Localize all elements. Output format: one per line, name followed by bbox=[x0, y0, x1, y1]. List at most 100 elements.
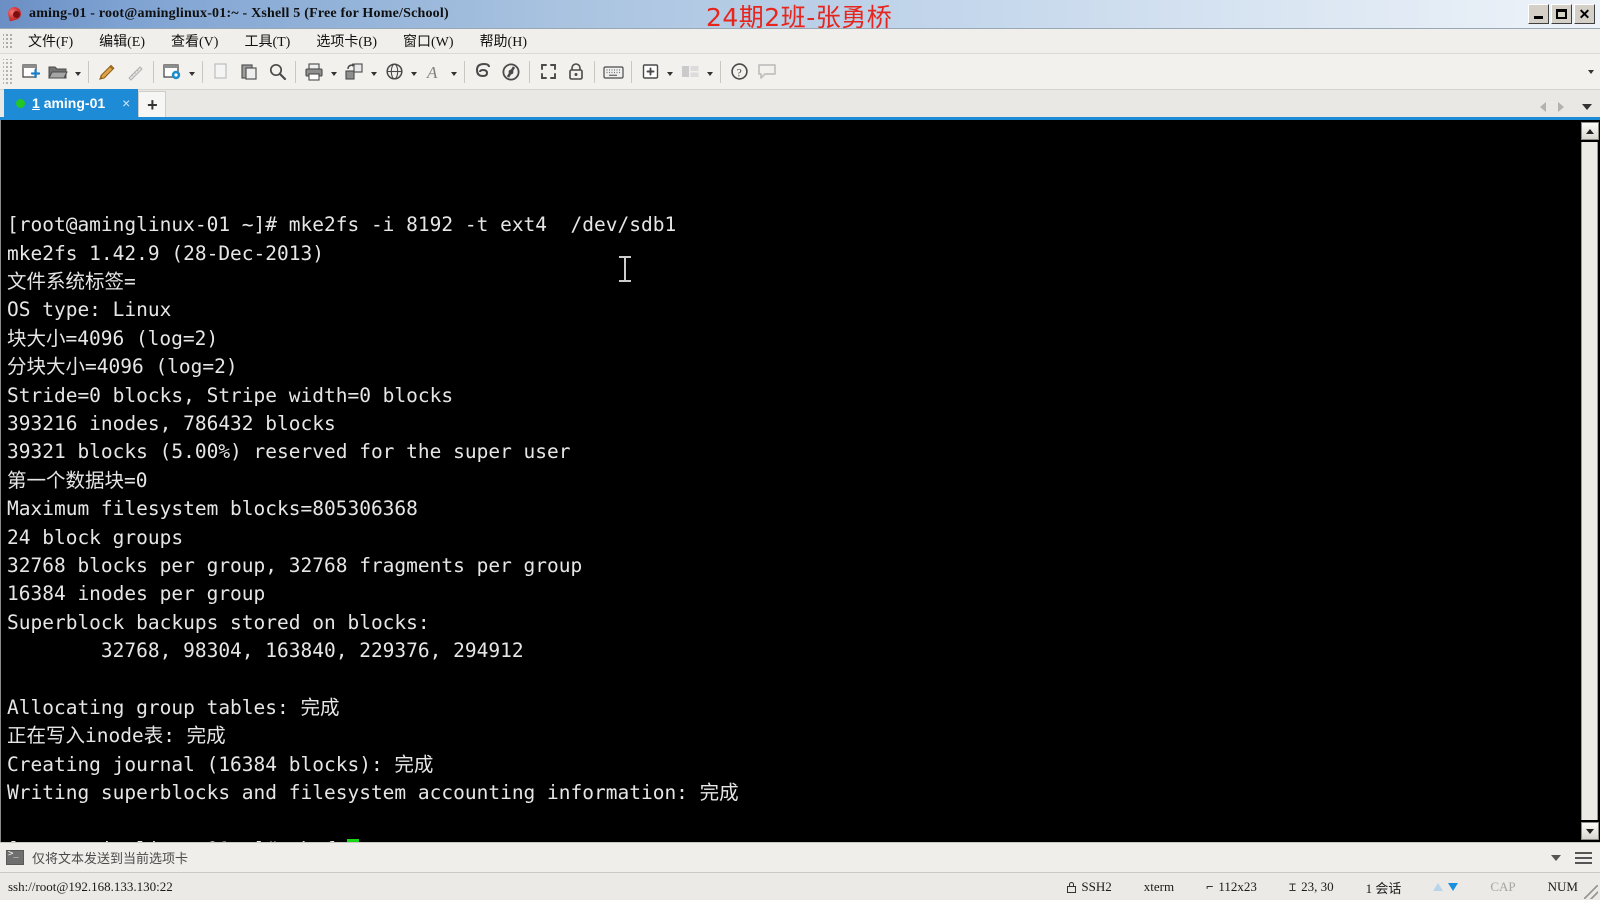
session-properties-dropdown[interactable] bbox=[186, 58, 198, 86]
tab-scroll-right-icon[interactable] bbox=[1558, 102, 1564, 112]
term-size-label: 112x23 bbox=[1218, 879, 1257, 894]
window-title: aming-01 - root@aminglinux-01:~ - Xshell… bbox=[29, 6, 449, 21]
terminal-line: 块大小=4096 (log=2) bbox=[7, 326, 219, 350]
terminal-line: 24 block groups bbox=[7, 525, 184, 549]
terminal-line: 16384 inodes per group bbox=[7, 582, 266, 606]
window-resize-grip[interactable] bbox=[1584, 885, 1598, 899]
status-caps-lock: CAP bbox=[1474, 873, 1531, 900]
arrange-layout-dropdown[interactable] bbox=[704, 58, 716, 86]
scroll-up-button[interactable] bbox=[1580, 122, 1599, 140]
lock-icon bbox=[1067, 881, 1077, 893]
globe-icon[interactable] bbox=[380, 58, 408, 86]
file-transfer-dropdown[interactable] bbox=[368, 58, 380, 86]
menu-file[interactable]: 文件(F) bbox=[15, 28, 86, 54]
terminal-line: Writing superblocks and filesystem accou… bbox=[7, 781, 739, 805]
status-protocol: SSH2 bbox=[1051, 873, 1127, 900]
status-bar: ssh://root@192.168.133.130:22 SSH2 xterm… bbox=[0, 872, 1600, 900]
fullscreen-icon[interactable] bbox=[534, 58, 562, 86]
menu-tools[interactable]: 工具(T) bbox=[231, 28, 303, 54]
menu-window[interactable]: 窗口(W) bbox=[390, 28, 467, 54]
help-icon[interactable]: ? bbox=[725, 58, 753, 86]
terminal-line: OS type: Linux bbox=[7, 298, 172, 322]
lock-icon[interactable] bbox=[562, 58, 590, 86]
tab-nav-controls bbox=[1540, 102, 1592, 112]
arrange-layout-icon[interactable] bbox=[676, 58, 704, 86]
menu-help[interactable]: 帮助(H) bbox=[467, 28, 540, 54]
status-cursor-position: ⌶ 23, 30 bbox=[1273, 873, 1350, 900]
maximize-button[interactable] bbox=[1551, 4, 1572, 24]
font-icon[interactable]: A bbox=[420, 58, 448, 86]
title-bar-left: aming-01 - root@aminglinux-01:~ - Xshell… bbox=[0, 5, 449, 22]
svg-text:A: A bbox=[426, 63, 438, 81]
terminal-size-icon: ⌐ bbox=[1206, 880, 1214, 894]
globe-dropdown[interactable] bbox=[408, 58, 420, 86]
terminal-line: 39321 blocks (5.00%) reserved for the su… bbox=[7, 440, 571, 464]
compose-pane-icon[interactable] bbox=[497, 58, 525, 86]
tab-list-dropdown-icon[interactable] bbox=[1582, 104, 1592, 110]
status-indicators: SSH2 xterm ⌐ 112x23 ⌶ 23, 30 1 会话 CAP NU… bbox=[1051, 873, 1582, 900]
edit-pencil-icon[interactable] bbox=[93, 58, 121, 86]
terminal-line: Creating journal (16384 blocks): 完成 bbox=[7, 752, 434, 776]
terminal-line: [root@aminglinux-01 ~]# mke2fs -i 8192 -… bbox=[7, 213, 677, 237]
terminal-area: [root@aminglinux-01 ~]# mke2fs -i 8192 -… bbox=[0, 120, 1600, 842]
add-tab-icon[interactable] bbox=[636, 58, 664, 86]
terminal-scrollbar[interactable] bbox=[1578, 120, 1600, 842]
num-label: NUM bbox=[1547, 879, 1578, 894]
tab-scroll-left-icon[interactable] bbox=[1540, 102, 1546, 112]
send-text-bar: 仅将文本发送到当前选项卡 bbox=[0, 842, 1600, 872]
menu-edit[interactable]: 编辑(E) bbox=[86, 28, 158, 54]
close-button[interactable]: ✕ bbox=[1574, 4, 1595, 24]
tab-aming-01[interactable]: 1 aming-01 × bbox=[4, 89, 139, 117]
scroll-down-button[interactable] bbox=[1580, 822, 1599, 840]
toolbar-separator bbox=[631, 60, 632, 83]
toolbar-grip-handle[interactable] bbox=[3, 58, 12, 85]
cursor-position-icon: ⌶ bbox=[1288, 880, 1297, 894]
toolbar-overflow-button[interactable] bbox=[1588, 54, 1594, 90]
new-tab-button[interactable]: + bbox=[138, 91, 167, 117]
file-transfer-icon[interactable] bbox=[340, 58, 368, 86]
watermark-text: 24期2班-张勇桥 bbox=[706, 3, 893, 32]
new-session-icon[interactable] bbox=[16, 58, 44, 86]
svg-text:?: ? bbox=[736, 67, 741, 79]
cursor-position-label: 23, 30 bbox=[1301, 879, 1334, 894]
chat-icon[interactable] bbox=[753, 58, 781, 86]
terminal-line: Superblock backups stored on blocks: bbox=[7, 610, 430, 634]
print-icon[interactable] bbox=[300, 58, 328, 86]
print-dropdown[interactable] bbox=[328, 58, 340, 86]
copy-icon[interactable] bbox=[207, 58, 235, 86]
ruler-icon[interactable] bbox=[121, 58, 149, 86]
send-bar-controls bbox=[1551, 843, 1592, 873]
toolbar: A ? bbox=[0, 54, 1600, 90]
terminal-line: Stride=0 blocks, Stripe width=0 blocks bbox=[7, 383, 454, 407]
open-folder-icon[interactable] bbox=[44, 58, 72, 86]
scrollbar-track[interactable] bbox=[1581, 142, 1598, 820]
send-target-dropdown-icon[interactable] bbox=[1551, 855, 1561, 861]
xshell-icon bbox=[6, 5, 24, 22]
keyboard-icon[interactable] bbox=[599, 58, 627, 86]
font-dropdown[interactable] bbox=[448, 58, 460, 86]
tab-close-icon[interactable]: × bbox=[122, 95, 130, 111]
tab-status-dot bbox=[16, 98, 25, 108]
session-properties-icon[interactable] bbox=[158, 58, 186, 86]
toolbar-separator bbox=[720, 60, 721, 83]
protocol-label: SSH2 bbox=[1081, 879, 1112, 894]
upload-arrow-icon bbox=[1433, 883, 1444, 891]
menu-view[interactable]: 查看(V) bbox=[158, 28, 231, 54]
add-tab-dropdown[interactable] bbox=[664, 58, 676, 86]
terminal-output[interactable]: [root@aminglinux-01 ~]# mke2fs -i 8192 -… bbox=[1, 120, 1578, 842]
menu-tabs[interactable]: 选项卡(B) bbox=[303, 28, 390, 54]
find-icon[interactable] bbox=[263, 58, 291, 86]
paste-icon[interactable] bbox=[235, 58, 263, 86]
menu-grip-handle[interactable] bbox=[3, 32, 12, 50]
session-manager-icon[interactable] bbox=[469, 58, 497, 86]
terminal-line: 32768 blocks per group, 32768 fragments … bbox=[7, 553, 583, 577]
open-folder-dropdown[interactable] bbox=[72, 58, 84, 86]
terminal-line: Allocating group tables: 完成 bbox=[7, 695, 340, 719]
minimize-button[interactable] bbox=[1528, 4, 1549, 24]
toolbar-separator bbox=[153, 60, 154, 83]
status-transfer-arrows bbox=[1417, 873, 1474, 900]
hamburger-icon[interactable] bbox=[1575, 852, 1592, 864]
terminal-line: 32768, 98304, 163840, 229376, 294912 bbox=[7, 639, 524, 663]
